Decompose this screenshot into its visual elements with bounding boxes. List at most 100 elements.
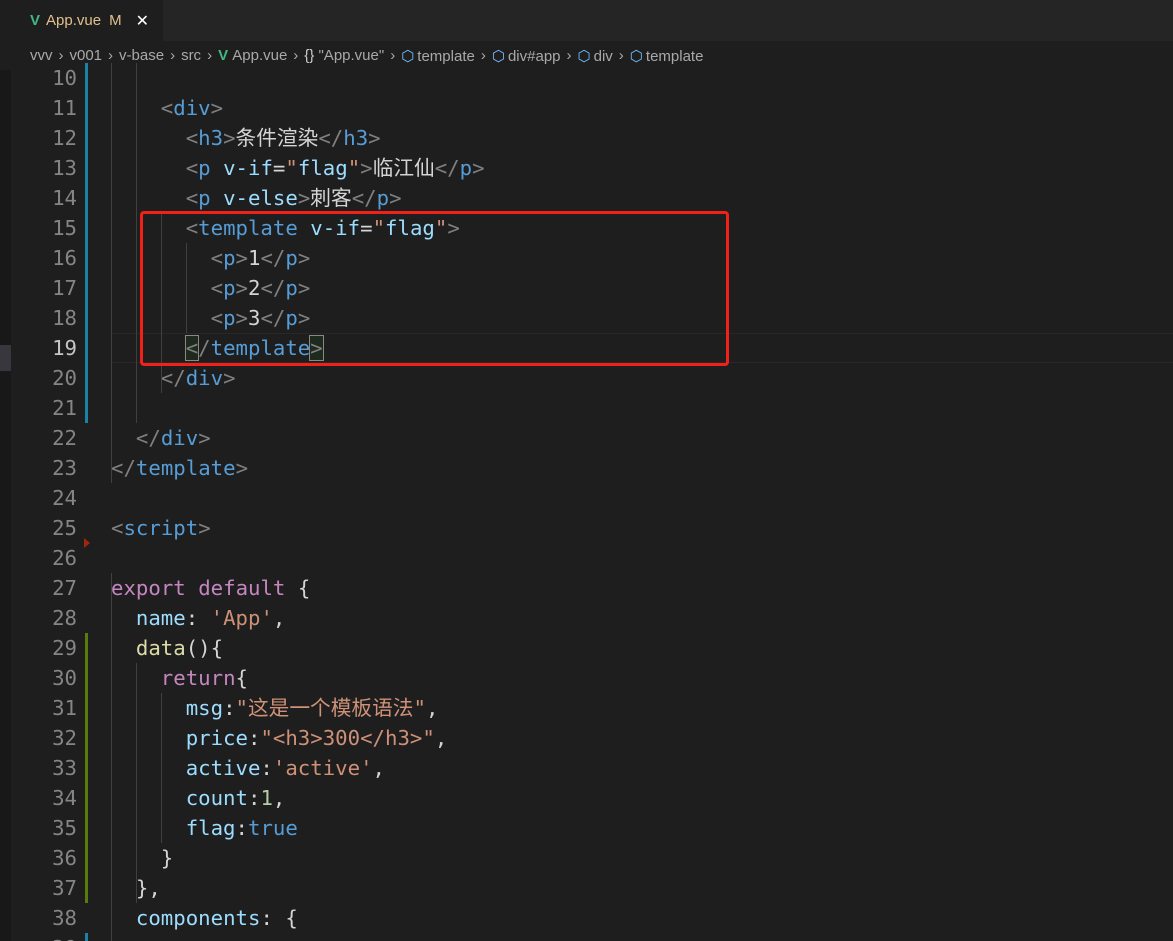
line-number: 24 — [52, 486, 77, 510]
breadcrumb-item[interactable]: v001 — [70, 47, 103, 64]
code-line: 33 active:'active', — [11, 753, 1173, 783]
code-editor[interactable]: 10 11 <div> 12 <h3>条件渲染</h3> 13 <p v-if="flag"… — [11, 63, 1173, 941]
code-text: </div> — [161, 363, 236, 393]
code-line: 10 — [11, 63, 1173, 93]
token-txt: } — [160, 846, 174, 870]
code-line: 26 — [11, 543, 1173, 573]
token-tag: p — [198, 156, 211, 180]
breadcrumb-item[interactable]: ⬡ template — [401, 47, 475, 65]
line-number: 12 — [52, 126, 77, 150]
code-text: <div> — [161, 93, 223, 123]
line-number: 32 — [52, 726, 77, 750]
token-prop: components — [135, 906, 261, 930]
breadcrumb-item[interactable]: ⬡ template — [630, 47, 704, 65]
line-number: 33 — [52, 756, 77, 780]
code-line: 39 — [11, 933, 1173, 941]
code-text: price:"<h3>300</h3>", — [186, 723, 448, 753]
token-str: 'App' — [210, 606, 273, 630]
scm-change-marker[interactable] — [85, 63, 88, 423]
chevron-right-icon: › — [293, 47, 299, 64]
line-number: 36 — [52, 846, 77, 870]
line-number: 15 — [52, 216, 77, 240]
breadcrumb-label: div#app — [507, 47, 561, 65]
line-number: 13 — [52, 156, 77, 180]
breadcrumb-label: vvv — [30, 47, 53, 64]
code-line: 29 data(){ — [11, 633, 1173, 663]
breadcrumb-item[interactable]: {} "App.vue" — [304, 47, 384, 64]
token-br: </ — [160, 366, 186, 390]
indent-guide — [160, 693, 162, 843]
code-text: msg:"这是一个模板语法", — [186, 693, 439, 723]
token-fn: data — [135, 636, 186, 660]
tab-app-vue[interactable]: V App.vue M ✕ — [0, 0, 163, 41]
chevron-right-icon: › — [207, 47, 213, 64]
token-txt: 条件渲染 — [235, 126, 319, 150]
scm-change-marker[interactable] — [85, 933, 88, 941]
line-number: 28 — [52, 606, 77, 630]
code-text: count:1, — [186, 783, 286, 813]
token-tag: p — [376, 186, 390, 210]
breakpoint-marker-icon — [84, 538, 90, 548]
code-line: 25 <script> — [11, 513, 1173, 543]
breadcrumb-item[interactable]: V App.vue — [218, 47, 287, 64]
code-line: 27 export default { — [11, 573, 1173, 603]
cube-icon: ⬡ — [401, 47, 415, 65]
token-br: > — [297, 186, 311, 210]
token-br: < — [160, 96, 174, 120]
token-br: > — [198, 426, 211, 450]
breadcrumb-label: v001 — [69, 47, 103, 64]
token-txt: : — [185, 606, 211, 630]
line-number: 20 — [52, 366, 77, 390]
vue-icon: V — [30, 12, 41, 29]
cube-icon: ⬡ — [629, 47, 643, 65]
token-br: > — [360, 156, 373, 180]
breadcrumb-item[interactable]: vvv — [30, 47, 53, 64]
line-number: 39 — [11, 933, 77, 941]
token-tag: h3 — [343, 126, 369, 150]
token-br: > — [235, 456, 249, 480]
line-number: 21 — [52, 396, 77, 420]
token-txt: }, — [135, 876, 161, 900]
line-number: 11 — [52, 96, 77, 120]
code-line: 28 name: 'App', — [11, 603, 1173, 633]
line-number: 16 — [52, 246, 77, 270]
token-tag: div — [185, 366, 224, 390]
code-line: 24 — [11, 483, 1173, 513]
token-br: > — [368, 126, 381, 150]
token-br: </ — [111, 456, 136, 480]
chevron-right-icon: › — [58, 47, 64, 64]
breadcrumb-item[interactable]: ⬡ div#app — [492, 47, 561, 65]
vue-icon: V — [218, 47, 233, 64]
token-txt: : — [260, 756, 273, 780]
code-text: flag:true — [186, 813, 298, 843]
token-br: </ — [434, 156, 460, 180]
token-str: 'active' — [272, 756, 373, 780]
token-br: < — [185, 156, 199, 180]
line-number: 29 — [52, 636, 77, 660]
breadcrumb-item[interactable]: src — [181, 47, 201, 64]
chevron-right-icon: › — [480, 47, 486, 64]
breadcrumb-item[interactable]: ⬡ div — [578, 47, 613, 65]
token-attr: flag — [297, 156, 348, 180]
code-line: 30 return{ — [11, 663, 1173, 693]
code-line: 37}, — [11, 873, 1173, 903]
token-br: < — [185, 186, 199, 210]
breadcrumb-label: template — [645, 47, 704, 65]
code-line: 20 </div> — [11, 363, 1173, 393]
close-icon[interactable]: ✕ — [136, 11, 149, 31]
breadcrumb-label: src — [181, 47, 202, 64]
scm-change-marker[interactable] — [85, 633, 88, 903]
line-number: 31 — [52, 696, 77, 720]
token-br: > — [198, 516, 211, 540]
token-txt: : { — [260, 906, 298, 930]
token-str: "这是一个模板语法" — [235, 696, 426, 720]
token-br: </ — [318, 126, 344, 150]
token-txt: , — [425, 696, 439, 720]
code-line: 32 price:"<h3>300</h3>", — [11, 723, 1173, 753]
breadcrumb-item[interactable]: v-base — [119, 47, 164, 64]
chevron-right-icon: › — [390, 47, 396, 64]
code-line: 12 <h3>条件渲染</h3> — [11, 123, 1173, 153]
line-number: 27 — [52, 576, 77, 600]
